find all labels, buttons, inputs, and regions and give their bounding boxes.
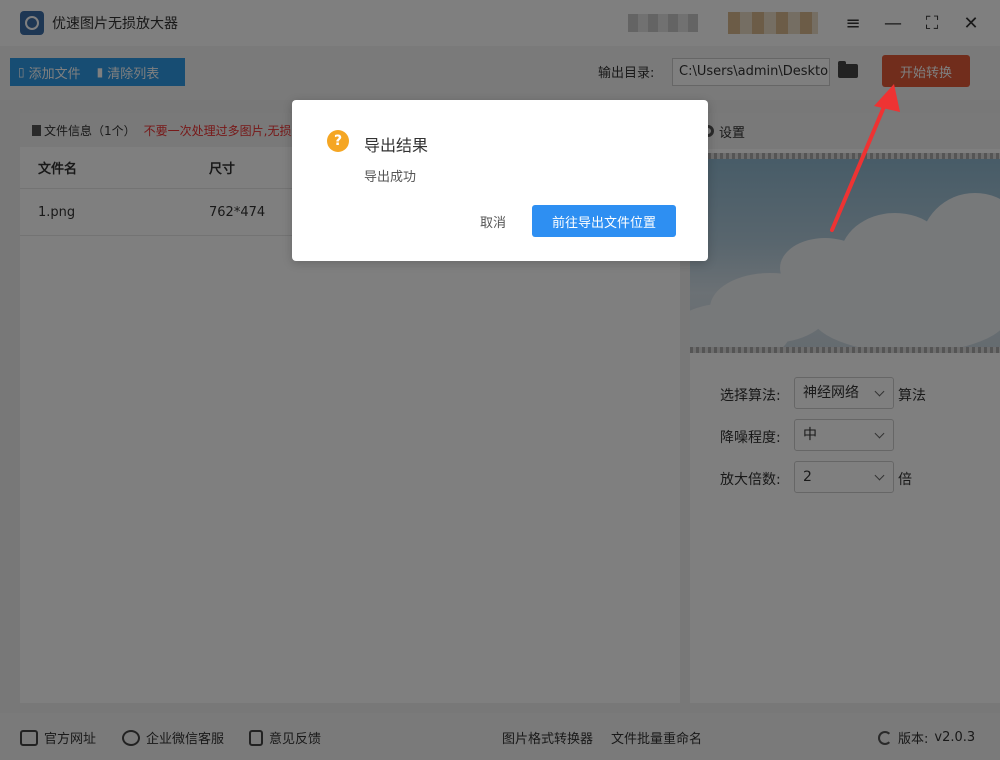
open-export-location-button[interactable]: 前往导出文件位置 (532, 205, 676, 237)
dialog-message: 导出成功 (364, 170, 417, 185)
red-arrow-annotation (830, 84, 900, 232)
export-result-dialog: ? 导出结果 导出成功 取消 前往导出文件位置 (292, 100, 708, 261)
cancel-button[interactable]: 取消 (480, 212, 506, 231)
dialog-title: 导出结果 (364, 136, 429, 155)
question-icon: ? (327, 130, 349, 152)
